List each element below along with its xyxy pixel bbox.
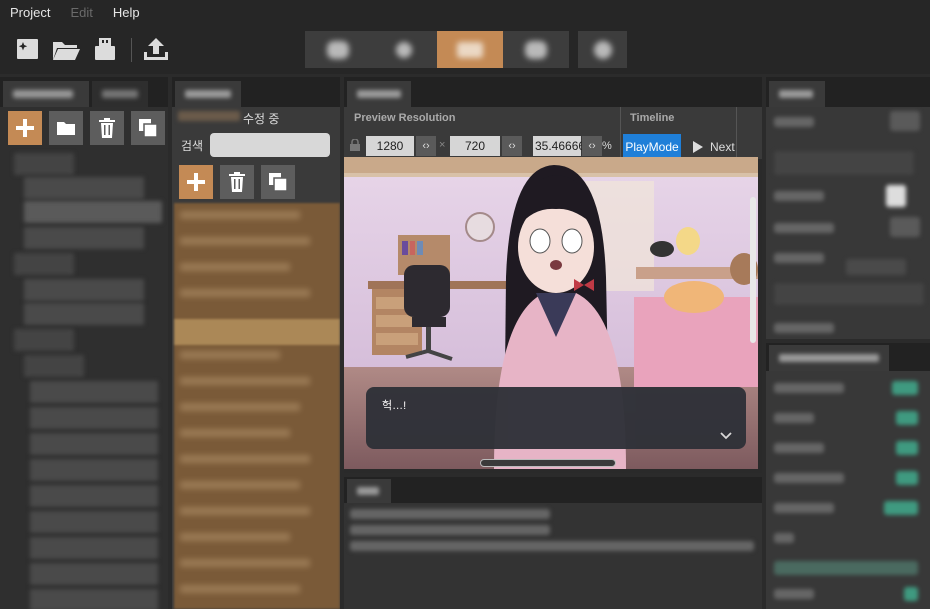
log-tabbar: [344, 477, 762, 503]
preview-resolution-label: Preview Resolution: [354, 112, 456, 124]
upload-icon[interactable]: [141, 36, 169, 64]
log-tab[interactable]: [347, 479, 391, 503]
new-file-icon[interactable]: [14, 36, 42, 64]
next-label: Next: [710, 140, 735, 154]
folder-icon: [57, 122, 75, 135]
copy-icon: [269, 173, 288, 192]
play-icon: [693, 141, 703, 153]
inspector-tab[interactable]: [769, 81, 825, 107]
mode-5-icon: [593, 40, 612, 59]
inspector-panel: [766, 77, 930, 339]
variables-panel: [766, 343, 930, 609]
editing-label: 수정 중: [243, 112, 280, 126]
width-field[interactable]: 1280: [366, 136, 414, 156]
open-folder-icon[interactable]: [51, 36, 80, 64]
lock-icon[interactable]: [350, 138, 360, 154]
copy-resource-button[interactable]: [131, 111, 165, 145]
timeline-label: Timeline: [630, 112, 675, 124]
percent-label: %: [602, 140, 612, 152]
copy-item-button[interactable]: [261, 165, 295, 199]
mode-2-icon: [396, 41, 412, 58]
search-input[interactable]: [210, 133, 330, 157]
preview-panel: Preview Resolution Timeline 1280 ‹› × 72…: [344, 77, 762, 473]
resources-tabbar: [0, 77, 168, 107]
editor-tabbar: [172, 77, 340, 107]
timeline-item-list[interactable]: [174, 203, 340, 609]
mode-button-1[interactable]: [305, 31, 371, 68]
selected-item[interactable]: [174, 319, 340, 345]
mode-button-4[interactable]: [503, 31, 569, 68]
plus-icon: [187, 173, 205, 191]
menu-edit[interactable]: Edit: [60, 5, 102, 20]
log-line-2: [350, 525, 550, 535]
usb-icon[interactable]: [93, 36, 121, 64]
log-line-1: [350, 509, 550, 519]
dialog-text: 헉…!: [382, 400, 407, 412]
next-button[interactable]: Next: [692, 135, 735, 159]
editor-tab[interactable]: [175, 81, 241, 107]
log-panel: [344, 477, 762, 609]
height-field[interactable]: 720: [450, 136, 500, 156]
menu-project[interactable]: Project: [0, 5, 60, 20]
editor-panel: 수정 중 검색: [172, 77, 340, 609]
inspector-tabbar: [766, 77, 930, 107]
add-folder-button[interactable]: [49, 111, 83, 145]
main-toolbar: [0, 24, 930, 74]
zoom-stepper-icon[interactable]: ‹›: [582, 136, 602, 156]
menu-help[interactable]: Help: [103, 5, 150, 20]
height-stepper-icon[interactable]: ‹›: [502, 136, 522, 156]
mode-button-5[interactable]: [578, 31, 627, 68]
delete-resource-button[interactable]: [90, 111, 124, 145]
preview-tabbar: [344, 77, 762, 107]
mode-switcher: [305, 31, 569, 68]
resources-tree[interactable]: [0, 149, 168, 609]
dialog-box[interactable]: 헉…!: [366, 387, 746, 449]
resources-tab[interactable]: [3, 81, 89, 107]
game-preview-scene[interactable]: 헉…!: [344, 157, 758, 469]
delete-item-button[interactable]: [220, 165, 254, 199]
resources-tab-2[interactable]: [92, 81, 148, 107]
trash-icon: [99, 118, 115, 138]
trash-icon: [229, 172, 245, 192]
search-label: 검색: [181, 139, 204, 153]
zoom-field[interactable]: 35.46666: [533, 136, 585, 156]
editing-target-name: [178, 111, 240, 121]
mode-button-2[interactable]: [371, 31, 437, 68]
menu-bar: Project Edit Help: [0, 0, 930, 24]
add-item-button[interactable]: [179, 165, 213, 199]
chevron-down-icon[interactable]: [720, 429, 732, 443]
log-line-3: [350, 541, 754, 551]
horizontal-scrollbar[interactable]: [480, 459, 616, 467]
resources-panel: [0, 77, 168, 609]
variables-tabbar: [766, 343, 930, 371]
mode-4-icon: [525, 40, 547, 59]
copy-icon: [139, 119, 158, 138]
plus-icon: [16, 119, 34, 137]
preview-tab[interactable]: [347, 81, 411, 107]
add-resource-button[interactable]: [8, 111, 42, 145]
width-stepper-icon[interactable]: ‹›: [416, 136, 436, 156]
variables-tab[interactable]: [769, 345, 889, 371]
mode-3-icon: [457, 41, 483, 58]
times-icon: ×: [439, 139, 446, 151]
toolbar-separator: [131, 38, 132, 62]
mode-button-3[interactable]: [437, 31, 503, 68]
mode-1-icon: [327, 40, 349, 59]
